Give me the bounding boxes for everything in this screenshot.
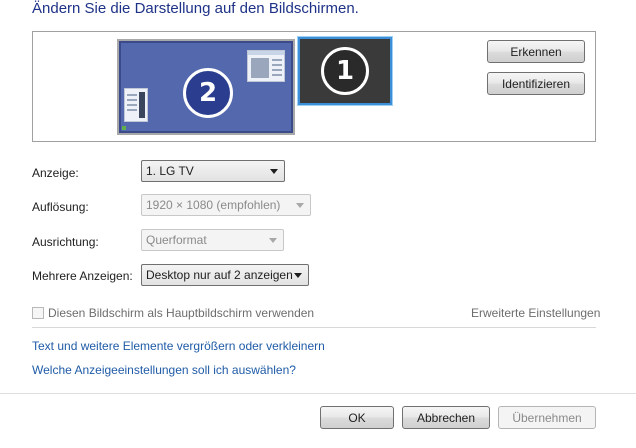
primary-display-checkbox-label: Diesen Bildschirm als Hauptbildschirm ve… bbox=[48, 306, 315, 320]
chevron-down-icon bbox=[269, 238, 277, 243]
start-icon bbox=[122, 126, 126, 130]
apply-button[interactable]: Übernehmen bbox=[498, 406, 596, 429]
display-select[interactable]: 1. LG TV bbox=[141, 160, 285, 182]
page-title: Ändern Sie die Darstellung auf den Bilds… bbox=[32, 0, 359, 17]
chevron-down-icon bbox=[294, 273, 302, 278]
which-settings-link[interactable]: Welche Anzeigeeinstellungen soll ich aus… bbox=[32, 363, 296, 377]
multiple-displays-label: Mehrere Anzeigen: bbox=[32, 269, 133, 283]
cancel-button[interactable]: Abbrechen bbox=[402, 406, 490, 429]
multiple-displays-select[interactable]: Desktop nur auf 2 anzeigen bbox=[141, 264, 309, 286]
resolution-label: Auflösung: bbox=[32, 200, 89, 214]
monitor-2-number: 2 bbox=[183, 68, 233, 118]
chevron-down-icon bbox=[270, 169, 278, 174]
orientation-select-value: Querformat bbox=[146, 233, 207, 247]
resolution-select-value: 1920 × 1080 (empfohlen) bbox=[146, 198, 281, 212]
detect-button[interactable]: Erkennen bbox=[487, 40, 585, 63]
divider bbox=[32, 327, 596, 328]
resolution-select[interactable]: 1920 × 1080 (empfohlen) bbox=[141, 194, 311, 216]
advanced-settings-link[interactable]: Erweiterte Einstellungen bbox=[471, 306, 600, 320]
orientation-select[interactable]: Querformat bbox=[141, 229, 284, 251]
chevron-down-icon bbox=[296, 203, 304, 208]
identify-button[interactable]: Identifizieren bbox=[487, 72, 585, 95]
display-label: Anzeige: bbox=[32, 166, 79, 180]
footer-divider bbox=[0, 393, 636, 394]
orientation-label: Ausrichtung: bbox=[32, 235, 99, 249]
multiple-displays-select-value: Desktop nur auf 2 anzeigen bbox=[146, 268, 293, 282]
primary-display-checkbox[interactable] bbox=[32, 307, 44, 319]
sidebar-thumbnail-icon bbox=[124, 88, 148, 122]
monitor-1[interactable]: 1 bbox=[298, 37, 392, 105]
monitor-2[interactable]: 2 bbox=[117, 39, 295, 135]
monitor-1-number: 1 bbox=[321, 47, 369, 95]
ok-button[interactable]: OK bbox=[320, 406, 394, 429]
window-thumbnail-icon bbox=[247, 50, 285, 82]
resize-text-link[interactable]: Text und weitere Elemente vergrößern ode… bbox=[32, 339, 325, 353]
display-select-value: 1. LG TV bbox=[146, 164, 194, 178]
monitor-preview-area: 2 1 Erkennen Identifizieren bbox=[32, 31, 596, 142]
